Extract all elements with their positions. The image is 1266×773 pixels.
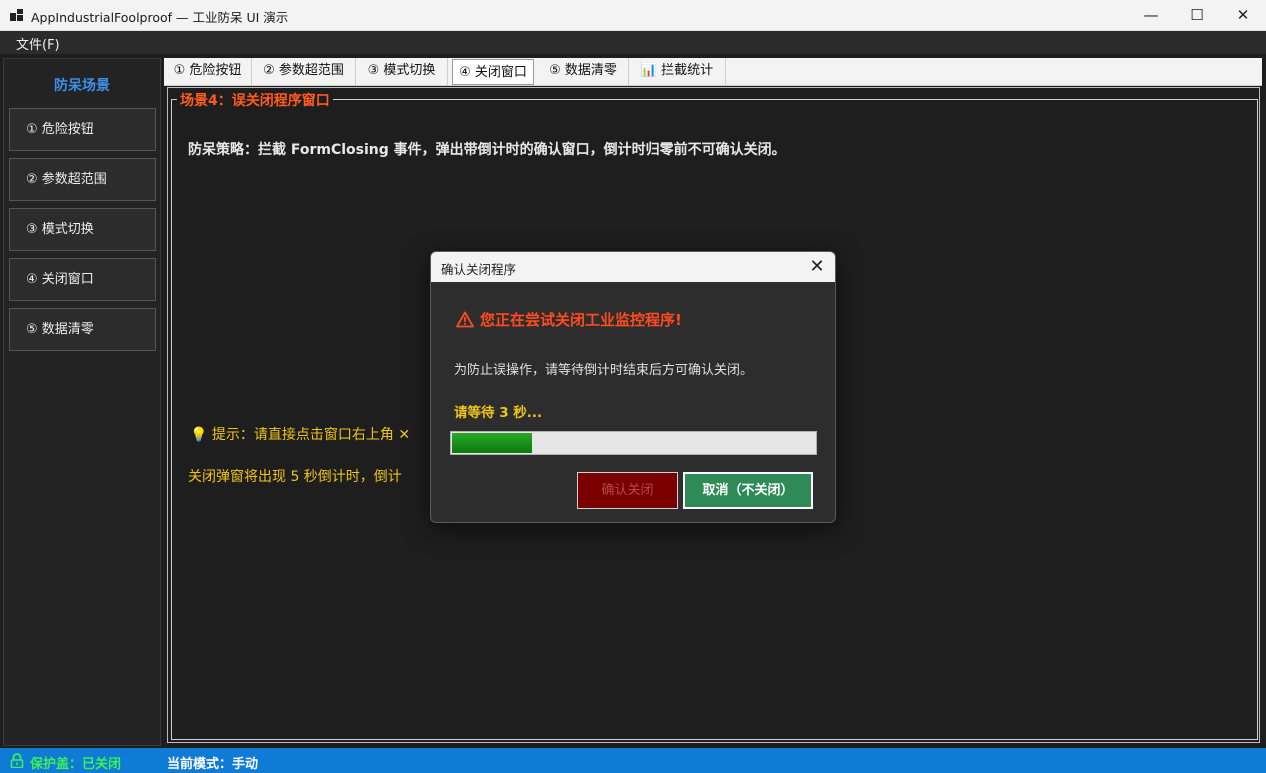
guard-status: 保护盖：已关闭 bbox=[30, 757, 122, 772]
confirm-close-button[interactable]: 确认关闭 bbox=[577, 472, 678, 509]
tab-strip: ① 危险按钮 ② 参数超范围 ③ 模式切换 ④ 关闭窗口 ⑤ 数据清零 📊 拦截… bbox=[164, 58, 1262, 86]
window-titlebar: AppIndustrialFoolproof — 工业防呆 UI 演示 — ☐ … bbox=[0, 0, 1266, 31]
confirm-close-dialog: 确认关闭程序 ✕ 您正在尝试关闭工业监控程序! 为防止误操作，请等待倒计时结束后… bbox=[430, 251, 836, 523]
sidebar-item-param-range[interactable]: ② 参数超范围 bbox=[9, 158, 156, 201]
dialog-titlebar: 确认关闭程序 ✕ bbox=[431, 252, 835, 282]
countdown-progress-bar bbox=[450, 431, 817, 455]
sidebar-item-data-reset[interactable]: ⑤ 数据清零 bbox=[9, 308, 156, 351]
tab-param-range[interactable]: ② 参数超范围 bbox=[252, 58, 356, 85]
dialog-close-button[interactable]: ✕ bbox=[805, 255, 829, 279]
hint-detail-text: 关闭弹窗将出现 5 秒倒计时，倒计 bbox=[188, 469, 402, 485]
statusbar: 保护盖：已关闭 当前模式：手动 bbox=[0, 748, 1266, 773]
lock-icon bbox=[10, 753, 24, 772]
sidebar-item-close-window[interactable]: ④ 关闭窗口 bbox=[9, 258, 156, 301]
menubar: 文件(F) bbox=[0, 31, 1266, 54]
app-icon bbox=[10, 9, 24, 21]
maximize-button[interactable]: ☐ bbox=[1174, 0, 1220, 31]
tab-mode-switch[interactable]: ③ 模式切换 bbox=[356, 58, 448, 85]
sidebar: 防呆场景 ① 危险按钮 ② 参数超范围 ③ 模式切换 ④ 关闭窗口 ⑤ 数据清零 bbox=[3, 58, 161, 746]
dialog-warning: 您正在尝试关闭工业监控程序! bbox=[456, 309, 682, 330]
sidebar-item-danger-button[interactable]: ① 危险按钮 bbox=[9, 108, 156, 151]
tab-danger-button[interactable]: ① 危险按钮 bbox=[164, 58, 252, 85]
menu-file[interactable]: 文件(F) bbox=[16, 34, 60, 53]
sidebar-title: 防呆场景 bbox=[54, 78, 110, 94]
dialog-warning-text: 您正在尝试关闭工业监控程序! bbox=[480, 311, 682, 329]
tab-data-reset[interactable]: ⑤ 数据清零 bbox=[538, 58, 629, 85]
dialog-title: 确认关闭程序 bbox=[441, 262, 517, 277]
minimize-button[interactable]: — bbox=[1128, 0, 1174, 31]
tab-intercept-stats[interactable]: 📊 拦截统计 bbox=[629, 58, 726, 85]
strategy-text: 防呆策略：拦截 FormClosing 事件，弹出带倒计时的确认窗口，倒计时归零… bbox=[188, 142, 786, 158]
mode-status: 当前模式：手动 bbox=[167, 757, 259, 772]
dialog-message: 为防止误操作，请等待倒计时结束后方可确认关闭。 bbox=[454, 363, 754, 378]
close-window-button[interactable]: ✕ bbox=[1220, 0, 1266, 31]
sidebar-item-mode-switch[interactable]: ③ 模式切换 bbox=[9, 208, 156, 251]
cancel-button[interactable]: 取消（不关闭） bbox=[683, 472, 813, 509]
tab-close-window[interactable]: ④ 关闭窗口 bbox=[452, 59, 534, 85]
warning-icon bbox=[456, 311, 474, 328]
hint-text: 💡 提示：请直接点击窗口右上角 ✕ bbox=[190, 427, 411, 443]
scene-legend: 场景4：误关闭程序窗口 bbox=[177, 90, 333, 110]
dialog-countdown: 请等待 3 秒... bbox=[454, 405, 543, 421]
window-title: AppIndustrialFoolproof — 工业防呆 UI 演示 bbox=[31, 10, 289, 25]
countdown-progress-fill bbox=[452, 433, 532, 453]
